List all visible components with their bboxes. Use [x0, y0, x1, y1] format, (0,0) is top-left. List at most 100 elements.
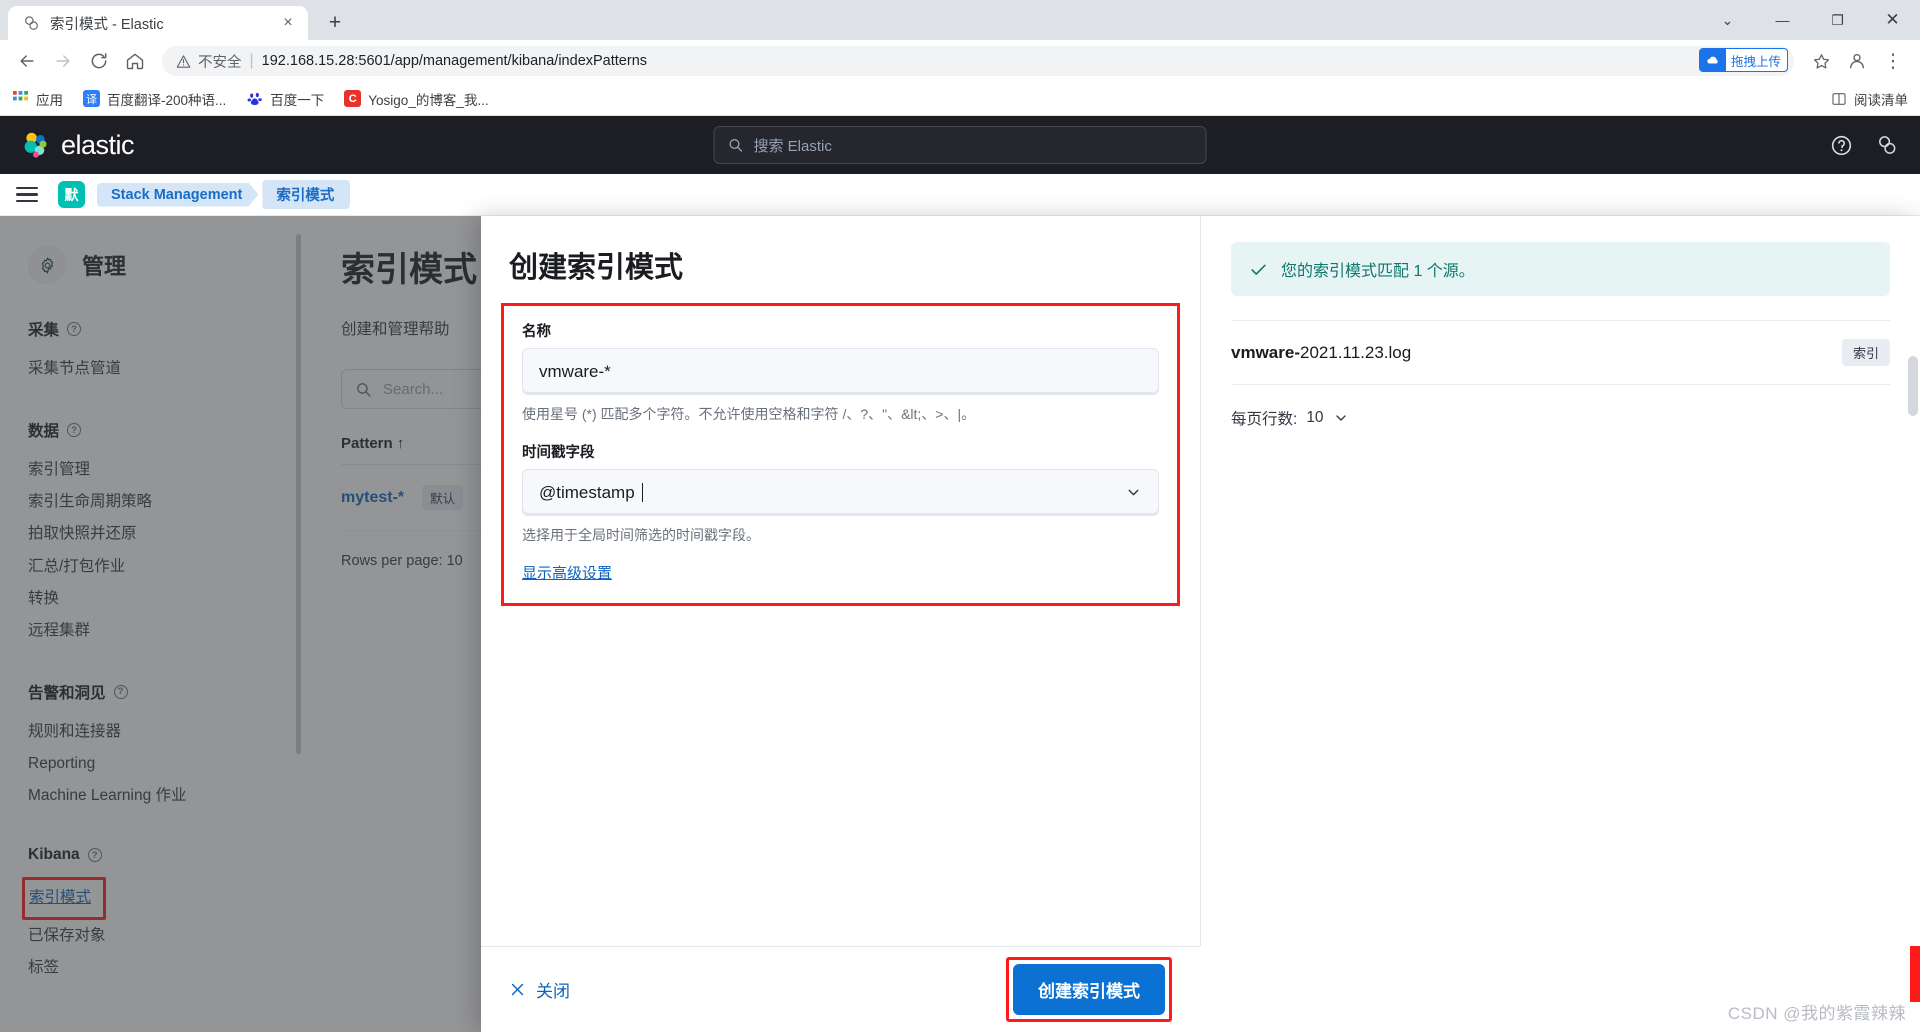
breadcrumb-item-stack-management[interactable]: Stack Management [97, 183, 258, 207]
timestamp-field-value: @timestamp [539, 482, 635, 502]
timestamp-field-value-wrap: @timestamp [539, 482, 644, 503]
chevron-down-icon[interactable] [1333, 410, 1349, 426]
breadcrumb-item-index-patterns[interactable]: 索引模式 [262, 180, 351, 209]
app-body: 管理 采集 ? 采集节点管道 数据 ? 索引管理 [0, 216, 1920, 1032]
close-x-icon [509, 981, 526, 998]
flyout-results-column: 您的索引模式匹配 1 个源。 vmware-2021.11.23.log 索引 … [1200, 216, 1920, 946]
profile-avatar-icon[interactable] [1840, 44, 1874, 78]
timestamp-field-help: 选择用于全局时间筛选的时间戳字段。 [522, 527, 760, 543]
match-name-rest: 2021.11.23.log [1299, 342, 1412, 362]
browser-window: 索引模式 - Elastic × + ⌄ — ❐ ✕ 不安全 | 192.168… [0, 0, 1920, 1032]
space-badge[interactable]: 默 [58, 181, 85, 208]
window-controls: ⌄ — ❐ ✕ [1700, 0, 1920, 40]
baidu-paw-icon [246, 90, 263, 107]
security-label: 不安全 [198, 54, 242, 71]
match-name-bold: vmware- [1231, 342, 1300, 362]
drag-upload-label: 拖拽上传 [1730, 54, 1781, 69]
timestamp-field-label: 时间戳字段 [522, 445, 595, 461]
header-actions [1830, 134, 1898, 157]
timestamp-field-block: 时间戳字段 @timestamp 选择用于全局时间筛选的时间戳字段。 [522, 441, 1159, 546]
rows-per-page-value: 10 [1306, 409, 1324, 426]
flyout-heading: 创建索引模式 [509, 252, 684, 284]
url-text: 192.168.15.28:5601/app/management/kibana… [261, 53, 648, 69]
navigation-toolbar: 不安全 | 192.168.15.28:5601/app/management/… [0, 40, 1920, 82]
breadcrumb: Stack Management 索引模式 [97, 180, 351, 209]
tab-strip: 索引模式 - Elastic × + ⌄ — ❐ ✕ [0, 0, 1920, 40]
rows-per-page-label: 每页行数: [1231, 411, 1298, 428]
name-field-block: 名称 vmware-* 使用星号 (*) 匹配多个字符。不允许使用空格和字符 /… [522, 320, 1159, 425]
elastic-app: elastic 搜索 Elastic 默 Stack Management 索引… [0, 116, 1920, 1032]
submit-button-highlight: 创建索引模式 [1006, 957, 1172, 1022]
name-field-value: vmware-* [539, 361, 611, 381]
apps-grid-icon [12, 90, 29, 107]
rows-per-page-control[interactable]: 每页行数: 10 [1231, 407, 1890, 429]
back-icon[interactable] [10, 44, 44, 78]
check-icon [1249, 260, 1268, 279]
drag-upload-button[interactable]: 拖拽上传 [1698, 48, 1788, 72]
elastic-logo-icon [22, 131, 50, 159]
index-type-badge: 索引 [1841, 339, 1890, 366]
bookmark-csdn-blog[interactable]: C Yosigo_的博客_我... [344, 89, 489, 109]
name-field-label: 名称 [522, 324, 551, 340]
chevron-down-icon[interactable] [1125, 484, 1142, 501]
security-warning[interactable]: 不安全 [176, 51, 242, 72]
page-scrollbar[interactable] [1908, 356, 1918, 416]
tab-close-icon[interactable]: × [278, 13, 298, 33]
elastic-header: elastic 搜索 Elastic [0, 116, 1920, 174]
match-index-name: vmware-2021.11.23.log [1231, 343, 1411, 363]
flyout-footer: 关闭 创建索引模式 [481, 946, 1200, 1032]
tab-title: 索引模式 - Elastic [50, 16, 164, 33]
reading-list-button[interactable]: 阅读清单 [1830, 89, 1908, 109]
elastic-favicon-icon [22, 14, 40, 32]
bookmark-star-icon[interactable] [1804, 44, 1838, 78]
csdn-icon: C [344, 90, 362, 107]
home-icon[interactable] [118, 44, 152, 78]
index-pattern-name-input[interactable]: vmware-* [522, 348, 1159, 395]
close-button-label: 关闭 [536, 982, 570, 1001]
create-index-pattern-button[interactable]: 创建索引模式 [1013, 964, 1165, 1015]
bookmarks-bar: 应用 译 百度翻译-200种语... 百度一下 C Yosigo_的博客_我..… [0, 82, 1920, 116]
window-close-button[interactable]: ✕ [1865, 0, 1920, 40]
show-advanced-settings-link[interactable]: 显示高级设置 [522, 562, 612, 583]
browser-tab[interactable]: 索引模式 - Elastic × [8, 6, 308, 40]
name-field-help: 使用星号 (*) 匹配多个字符。不允许使用空格和字符 /、?、"、&lt;、>、… [522, 406, 976, 422]
omnibox-actions: 拖拽上传 [1698, 48, 1788, 72]
search-icon [728, 137, 744, 153]
omnibox-separator: | [249, 52, 254, 69]
address-bar[interactable]: 不安全 | 192.168.15.28:5601/app/management/… [162, 46, 1794, 76]
flyout-body: 创建索引模式 名称 vmware-* 使用星号 (*) 匹配多个字符。不允许使用… [481, 216, 1920, 946]
window-maximize-button[interactable]: ❐ [1810, 0, 1865, 40]
bookmark-baidu[interactable]: 百度一下 [246, 89, 324, 109]
form-highlight-box: 名称 vmware-* 使用星号 (*) 匹配多个字符。不允许使用空格和字符 /… [501, 303, 1180, 606]
bookmark-label: 应用 [36, 92, 63, 108]
watermark-text: CSDN @我的紫霞辣辣 [1727, 1004, 1906, 1023]
window-minimize-button[interactable]: — [1755, 0, 1810, 40]
reading-list-label: 阅读清单 [1854, 92, 1908, 108]
timestamp-field-select[interactable]: @timestamp [522, 469, 1159, 516]
news-icon[interactable] [1875, 134, 1898, 157]
bookmark-label: 百度翻译-200种语... [107, 92, 227, 108]
close-button[interactable]: 关闭 [509, 977, 570, 1002]
upload-cloud-icon [1699, 49, 1726, 71]
reload-icon[interactable] [82, 44, 116, 78]
bookmark-label: Yosigo_的博客_我... [368, 92, 489, 108]
hamburger-menu-icon[interactable] [16, 186, 38, 203]
global-search-input[interactable]: 搜索 Elastic [713, 126, 1207, 164]
elastic-logo[interactable]: elastic [22, 129, 135, 161]
bookmark-baidu-translate[interactable]: 译 百度翻译-200种语... [83, 89, 226, 109]
elastic-brand-text: elastic [61, 129, 135, 160]
bookmark-apps[interactable]: 应用 [12, 89, 63, 109]
translate-icon: 译 [83, 90, 100, 107]
global-search-placeholder: 搜索 Elastic [753, 137, 832, 155]
flyout-form-column: 创建索引模式 名称 vmware-* 使用星号 (*) 匹配多个字符。不允许使用… [481, 216, 1200, 946]
forward-icon[interactable] [46, 44, 80, 78]
window-dropdown-button[interactable]: ⌄ [1700, 0, 1755, 40]
help-icon[interactable] [1830, 134, 1853, 157]
new-tab-button[interactable]: + [318, 6, 352, 40]
match-list-item: vmware-2021.11.23.log 索引 [1231, 321, 1890, 385]
text-caret [641, 483, 644, 502]
browser-menu-icon[interactable]: ⋮ [1876, 44, 1910, 78]
create-index-pattern-flyout: 创建索引模式 名称 vmware-* 使用星号 (*) 匹配多个字符。不允许使用… [481, 216, 1920, 1032]
match-callout-text: 您的索引模式匹配 1 个源。 [1281, 263, 1475, 280]
reading-list-icon [1830, 90, 1847, 107]
